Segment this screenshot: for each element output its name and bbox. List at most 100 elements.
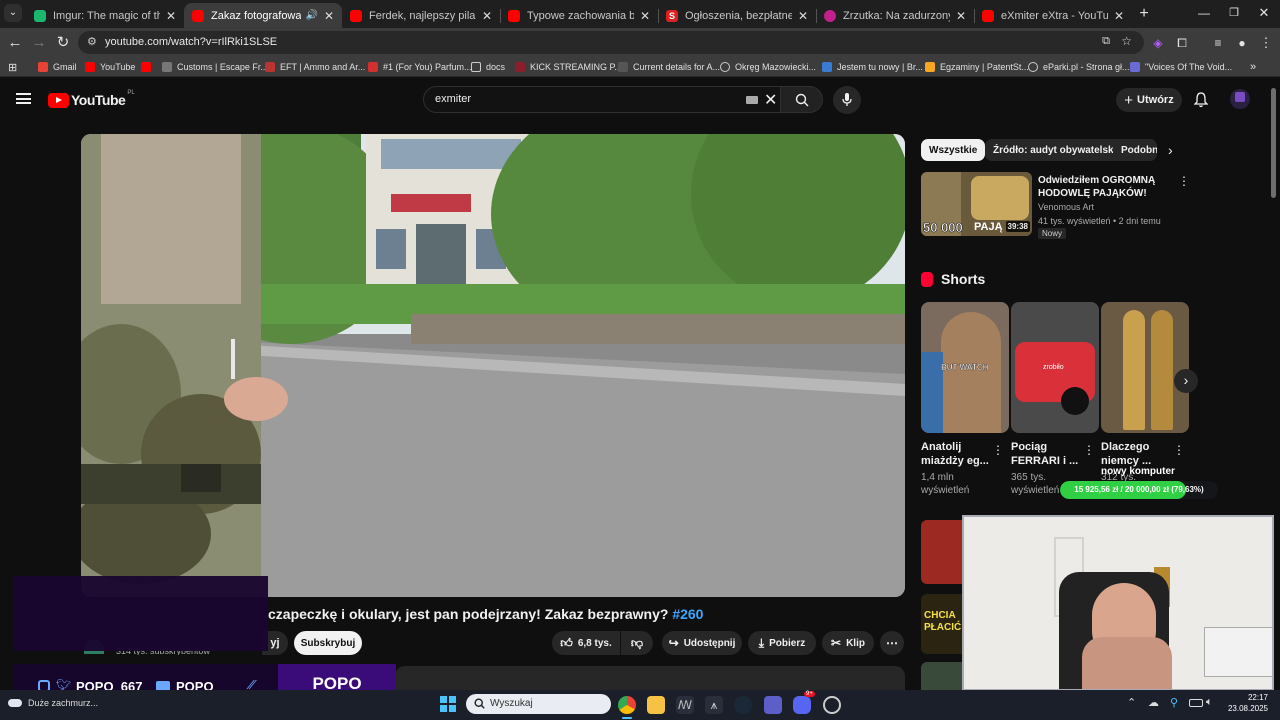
chrome-icon[interactable]	[618, 696, 636, 714]
short-title[interactable]: Anatolij miażdży eg...	[921, 440, 989, 468]
short-title[interactable]: Pociąg FERRARI i ...	[1011, 440, 1078, 468]
chip-all[interactable]: Wszystkie	[921, 139, 986, 161]
bookmark-egzaminy[interactable]: Egzaminy | PatentSt...	[925, 60, 1029, 74]
like-button[interactable]: 👍︎ 6,8 tys.	[552, 631, 620, 655]
close-icon[interactable]: ✕	[798, 9, 808, 23]
bookmark-okreg[interactable]: Okręg Mazowiecki...	[720, 60, 816, 74]
short-card[interactable]	[1101, 302, 1189, 433]
voice-search-button[interactable]	[833, 86, 861, 114]
file-explorer-icon[interactable]	[647, 696, 665, 714]
reload-button[interactable]: ↻	[53, 33, 73, 53]
close-icon[interactable]: ✕	[640, 9, 650, 23]
keyboard-icon[interactable]	[746, 96, 758, 104]
speaker-icon[interactable]: 🔊	[305, 10, 317, 21]
tab-exmiter-extra[interactable]: eXmiter eXtra - YouTube ✕	[974, 3, 1132, 28]
close-icon[interactable]: ✕	[956, 9, 966, 23]
rec-thumbnail[interactable]: 50 000 PAJĄ 39:38	[921, 172, 1032, 236]
page-scrollbar[interactable]	[1271, 88, 1276, 198]
tab-zakaz-fotografowania[interactable]: Zakaz fotografowania! Ma 🔊 ✕	[184, 3, 342, 28]
short-more-icon[interactable]: ⋮	[992, 443, 1004, 457]
browser-menu-icon[interactable]: ⋮	[1256, 33, 1276, 53]
more-actions-button[interactable]: ⋯	[880, 631, 904, 655]
dislike-button[interactable]: 👎︎	[621, 631, 653, 655]
notifications-bell-icon[interactable]	[1194, 92, 1208, 108]
bookmark-customs[interactable]: Customs | Escape Fr...	[162, 60, 268, 74]
close-icon[interactable]: ✕	[1114, 9, 1124, 23]
short-more-icon[interactable]: ⋮	[1173, 443, 1185, 457]
description-box[interactable]	[395, 666, 905, 690]
bookmarks-overflow-icon[interactable]: »	[1250, 60, 1256, 74]
steam-icon[interactable]	[734, 696, 752, 714]
bookmark-eparki[interactable]: eParki.pl - Strona gł...	[1028, 60, 1130, 74]
discord-icon[interactable]: 9+	[793, 691, 815, 714]
tab-ferdek[interactable]: Ferdek, najlepszy pilarz w całym ✕	[342, 3, 500, 28]
bookmark-kick[interactable]: KICK STREAMING P...	[515, 60, 622, 74]
extensions-puzzle-icon[interactable]: ⧠	[1172, 33, 1192, 53]
create-button[interactable]: + Utwórz	[1116, 88, 1182, 112]
tab-zrzutka[interactable]: Zrzutka: Na zadurzony kredyt | ✕	[816, 3, 974, 28]
site-info-icon[interactable]: ⚙	[87, 35, 97, 48]
minimize-button[interactable]: —	[1194, 3, 1214, 23]
video-player[interactable]	[81, 134, 905, 597]
bookmark-youtube-2[interactable]	[141, 60, 156, 74]
chips-next-icon[interactable]: ›	[1168, 142, 1173, 158]
battery-icon[interactable]	[1189, 699, 1203, 707]
search-input[interactable]: exmiter ✕	[423, 86, 781, 113]
youtube-logo[interactable]: YouTube PL	[48, 90, 135, 109]
tray-overflow-icon[interactable]: ⌃	[1127, 696, 1136, 709]
chip-similar[interactable]: Podobn	[1113, 139, 1157, 161]
recommended-video[interactable]: 50 000 PAJĄ 39:38 Odwiedziłem OGROMNĄ HO…	[921, 172, 1190, 240]
chip-source[interactable]: Źródło: audyt obywatelski	[985, 139, 1125, 161]
tarkov-icon[interactable]: ⩚	[705, 696, 723, 714]
tab-ogloszenia[interactable]: S Ogłoszenia, bezpłatne ogłosze ✕	[658, 3, 816, 28]
rec-thumbnail-partial[interactable]	[921, 662, 963, 690]
back-button[interactable]: ←	[5, 33, 25, 53]
tab-imgur[interactable]: Imgur: The magic of the Interne ✕	[26, 3, 184, 28]
bookmark-voices[interactable]: "Voices Of The Void...	[1130, 60, 1232, 74]
more-vertical-icon[interactable]: ⋮	[1178, 174, 1190, 188]
profile-icon[interactable]: ●	[1232, 33, 1252, 53]
bookmark-jestem-tu-nowy[interactable]: Jestem tu nowy | Br...	[822, 60, 923, 74]
url-text[interactable]: youtube.com/watch?v=rIlRki1SLSE	[105, 36, 277, 48]
close-icon[interactable]: ✕	[324, 9, 334, 23]
account-avatar[interactable]	[1230, 89, 1250, 109]
close-icon[interactable]: ✕	[482, 9, 492, 23]
tab-search-button[interactable]: ⌄	[4, 4, 22, 22]
start-button[interactable]	[440, 696, 456, 712]
teams-icon[interactable]	[764, 696, 782, 714]
extension-icon[interactable]: ◈	[1148, 33, 1168, 53]
weather-widget[interactable]: Duże zachmurz...	[8, 698, 98, 708]
bookmark-star-icon[interactable]: ☆	[1121, 34, 1132, 48]
bookmark-parfum[interactable]: #1 (For You) Parfum...	[368, 60, 472, 74]
search-button[interactable]	[781, 86, 823, 113]
clip-button[interactable]: ✂ Klip	[822, 631, 874, 655]
subscribe-button[interactable]: Subskrybuj	[294, 631, 362, 655]
share-button[interactable]: ↪ Udostępnij	[662, 631, 742, 655]
address-bar[interactable]: ⚙ youtube.com/watch?v=rIlRki1SLSE ⧉ ☆	[78, 31, 1144, 54]
short-more-icon[interactable]: ⋮	[1083, 443, 1095, 457]
tray-app-icon[interactable]: ☁	[1148, 696, 1159, 709]
apps-grid-icon[interactable]: ⊞	[8, 60, 17, 74]
forward-button[interactable]: →	[29, 33, 49, 53]
app-icon[interactable]: ꟿ	[676, 696, 694, 714]
clock[interactable]: 22:17 23.08.2025	[1224, 692, 1268, 714]
new-tab-button[interactable]: +	[1134, 4, 1154, 24]
shorts-next-button[interactable]: ›	[1174, 369, 1198, 393]
restore-button[interactable]: ❐	[1224, 3, 1244, 23]
close-icon[interactable]: ✕	[166, 9, 176, 23]
rec-thumbnail-partial[interactable]: CHCIA PŁACIĆ	[921, 594, 963, 654]
clear-search-icon[interactable]: ✕	[764, 90, 777, 110]
bookmark-eft-ammo[interactable]: EFT | Ammo and Ar...	[265, 60, 365, 74]
short-card[interactable]: zrobiło	[1011, 302, 1099, 433]
rec-channel[interactable]: Venomous Art	[1038, 202, 1094, 212]
bookmark-youtube[interactable]: YouTube	[85, 60, 135, 74]
bookmark-docs[interactable]: docs	[471, 60, 505, 74]
network-icon[interactable]: ⚲	[1170, 696, 1178, 709]
app-icon[interactable]	[823, 696, 841, 714]
taskbar-search[interactable]: Wyszukaj	[466, 694, 611, 714]
rec-title[interactable]: Odwiedziłem OGROMNĄ HODOWLĘ PAJĄKÓW!	[1038, 174, 1168, 200]
menu-hamburger-icon[interactable]	[16, 93, 31, 104]
close-window-button[interactable]: ✕	[1254, 3, 1274, 23]
bookmark-gmail[interactable]: Gmail	[38, 60, 77, 74]
install-app-icon[interactable]: ⧉	[1102, 35, 1110, 48]
